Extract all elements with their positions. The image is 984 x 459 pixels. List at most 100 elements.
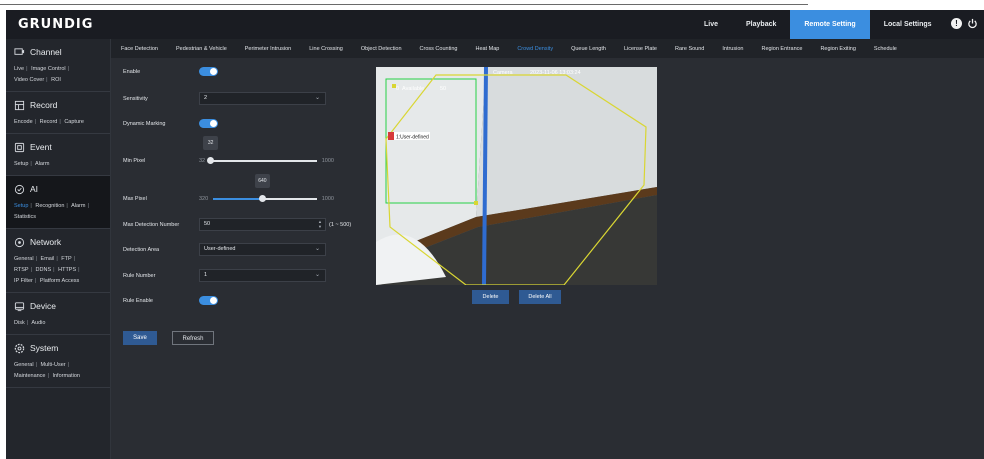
osd-count-label: Available <box>402 86 424 92</box>
rule-number-select[interactable]: 1 ⌄ <box>199 269 326 282</box>
sidebar-link-email[interactable]: Email <box>41 256 55 262</box>
tab-region-entrance[interactable]: Region Entrance <box>761 46 802 52</box>
sidebar-title-network[interactable]: Network <box>6 234 110 250</box>
region-vertex[interactable] <box>474 201 478 205</box>
help-icon[interactable]: ! <box>951 18 962 29</box>
sidebar-link-video-cover[interactable]: Video Cover <box>14 77 44 83</box>
tab-license-plate[interactable]: License Plate <box>624 46 657 52</box>
dynamic-marking-toggle[interactable] <box>199 119 218 128</box>
max-pixel-knob[interactable] <box>258 195 266 202</box>
tab-perimeter-intrusion[interactable]: Perimeter Intrusion <box>245 46 291 52</box>
sidebar-link-event-alarm[interactable]: Alarm <box>35 161 49 167</box>
chevron-down-icon: ⌄ <box>314 95 320 101</box>
detection-area-select[interactable]: User-defined ⌄ <box>199 243 326 256</box>
sidebar-link-ai-setup[interactable]: Setup <box>14 203 28 209</box>
sidebar-links-record: Encode | Record | Capture <box>14 119 84 125</box>
enable-label: Enable <box>123 68 141 75</box>
tab-queue-length[interactable]: Queue Length <box>571 46 606 52</box>
max-pixel-label: Max Pixel <box>123 196 147 202</box>
spinner-icon[interactable]: ▲ ▼ <box>318 219 322 229</box>
sidebar-link-image-control[interactable]: Image Control <box>31 66 66 72</box>
max-pixel-slider[interactable]: 320 640 1000 <box>199 174 334 204</box>
max-detection-number-label: Max Detection Number <box>123 221 180 228</box>
sidebar-link-general-net[interactable]: General <box>14 256 34 262</box>
sidebar-link-recognition[interactable]: Recognition <box>35 203 64 209</box>
sidebar-link-general-sys[interactable]: General <box>14 362 34 368</box>
sidebar-link-ip-filter[interactable]: IP Filter <box>14 278 33 284</box>
max-detection-number-input[interactable]: 50 ▲ ▼ <box>199 218 326 231</box>
sidebar-link-ddns[interactable]: DDNS <box>36 267 52 273</box>
row-max-pixel: Max Pixel 320 640 1000 <box>123 174 334 204</box>
tab-pedestrian-vehicle[interactable]: Pedestrian & Vehicle <box>176 46 227 52</box>
delete-all-button[interactable]: Delete All <box>519 290 561 304</box>
enable-toggle[interactable] <box>199 67 218 76</box>
sidebar-title-system[interactable]: System <box>6 340 110 356</box>
save-button[interactable]: Save <box>123 331 157 345</box>
tab-schedule[interactable]: Schedule <box>874 46 897 52</box>
sensitivity-select[interactable]: 2 ⌄ <box>199 92 326 105</box>
delete-button[interactable]: Delete <box>472 290 509 304</box>
sidebar-title-device[interactable]: Device <box>6 298 110 314</box>
osd-datetime: 2023-11-06 13:03:24 <box>530 70 581 76</box>
ai-tabs: Face Detection Pedestrian & Vehicle Peri… <box>111 39 984 58</box>
sidebar-link-statistics[interactable]: Statistics <box>14 214 36 220</box>
main-panel: Face Detection Pedestrian & Vehicle Peri… <box>111 39 984 459</box>
sidebar-section-channel: Channel Live | Image Control | Video Cover… <box>6 39 110 92</box>
sidebar-link-encode[interactable]: Encode <box>14 119 33 125</box>
min-pixel-knob[interactable] <box>207 157 215 164</box>
max-pixel-track[interactable]: 640 <box>213 174 317 202</box>
tab-intrusion[interactable]: Intrusion <box>722 46 743 52</box>
chevron-down-icon: ⌄ <box>314 246 320 252</box>
rule-enable-toggle[interactable] <box>199 296 218 305</box>
nav-playback[interactable]: Playback <box>732 10 790 39</box>
sidebar-links-channel: Live | Image Control | Video Cover | ROI <box>14 66 70 83</box>
nav-live[interactable]: Live <box>690 10 732 39</box>
tab-cross-counting[interactable]: Cross Counting <box>420 46 458 52</box>
min-pixel-slider[interactable]: 32 32 1000 <box>199 136 334 166</box>
refresh-button[interactable]: Refresh <box>172 331 214 345</box>
sidebar-link-event-setup[interactable]: Setup <box>14 161 28 167</box>
sidebar-section-network: Network General | Email | FTP | RTSP | DDNS |… <box>6 229 110 293</box>
tab-region-exiting[interactable]: Region Exiting <box>820 46 855 52</box>
max-pixel-min: 320 <box>199 196 209 202</box>
sidebar-link-record[interactable]: Record <box>40 119 58 125</box>
tab-line-crossing[interactable]: Line Crossing <box>309 46 343 52</box>
nav-local-settings[interactable]: Local Settings <box>870 10 946 39</box>
sidebar-link-capture[interactable]: Capture <box>64 119 84 125</box>
row-dynamic-marking: Dynamic Marking <box>123 119 218 128</box>
sidebar-link-ftp[interactable]: FTP <box>61 256 71 262</box>
sidebar-title-ai[interactable]: AI <box>6 181 110 197</box>
sidebar-link-platform-access[interactable]: Platform Access <box>40 278 79 284</box>
sidebar-link-https[interactable]: HTTPS <box>58 267 76 273</box>
sidebar-title-record[interactable]: Record <box>6 97 110 113</box>
sidebar-title-event[interactable]: Event <box>6 139 110 155</box>
device-icon <box>14 301 25 311</box>
tab-heat-map[interactable]: Heat Map <box>475 46 499 52</box>
sidebar: Channel Live | Image Control | Video Cover… <box>6 39 111 459</box>
tab-object-detection[interactable]: Object Detection <box>361 46 402 52</box>
sidebar-link-rtsp[interactable]: RTSP <box>14 267 29 273</box>
sidebar-link-audio[interactable]: Audio <box>31 320 45 326</box>
sidebar-link-disk[interactable]: Disk <box>14 320 25 326</box>
sidebar-link-roi[interactable]: ROI <box>51 77 61 83</box>
sidebar-link-ai-alarm[interactable]: Alarm <box>71 203 85 209</box>
camera-preview[interactable]: 1:User-defined Camera 2023-11-06 13:03:2… <box>376 67 657 285</box>
sidebar-link-live[interactable]: Live <box>14 66 24 72</box>
power-icon[interactable] <box>967 18 978 29</box>
nav-remote-setting[interactable]: Remote Setting <box>790 10 870 39</box>
max-pixel-fill <box>213 198 262 200</box>
sidebar-link-maintenance[interactable]: Maintenance <box>14 373 46 379</box>
tab-crowd-density[interactable]: Crowd Density <box>517 46 553 52</box>
tab-rare-sound[interactable]: Rare Sound <box>675 46 704 52</box>
camera-scene: 1:User-defined Camera 2023-11-06 13:03:2… <box>376 67 657 285</box>
osd-count-value: 50 <box>440 86 446 92</box>
min-pixel-track[interactable]: 32 <box>203 136 317 164</box>
sidebar-link-multi-user[interactable]: Multi-User <box>41 362 66 368</box>
sidebar-title-channel[interactable]: Channel <box>6 44 110 60</box>
rule-number-label: Rule Number <box>123 272 156 279</box>
channel-icon <box>14 47 25 55</box>
sidebar-links-ai: Setup | Recognition | Alarm | Statistics <box>14 203 89 220</box>
tab-face-detection[interactable]: Face Detection <box>121 46 158 52</box>
sidebar-links-device: Disk | Audio <box>14 320 46 326</box>
sidebar-link-information[interactable]: Information <box>52 373 80 379</box>
